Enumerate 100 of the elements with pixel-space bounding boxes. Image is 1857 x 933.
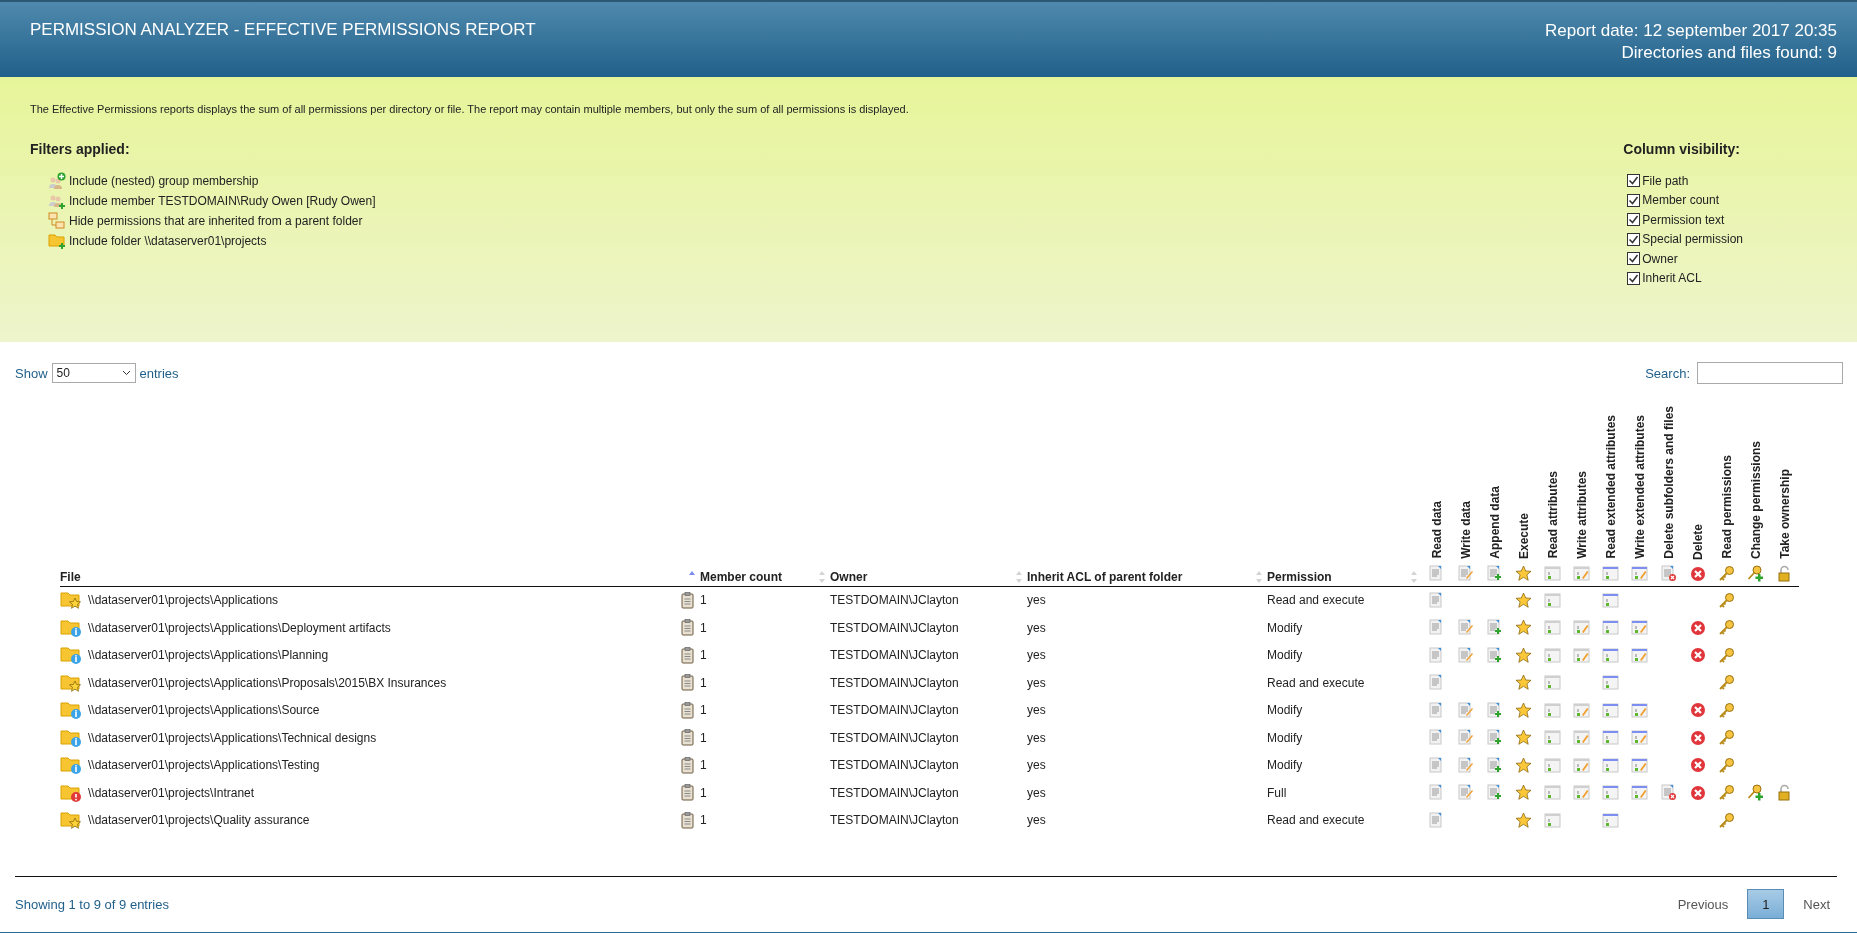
member-count: 1 xyxy=(700,675,707,690)
column-header[interactable]: Delete xyxy=(1690,523,1705,560)
file-path: \\dataserver01\projects\Applications\Source xyxy=(88,703,321,718)
clipboard-icon[interactable] xyxy=(681,756,694,774)
column-header[interactable]: Write extended attributes xyxy=(1632,414,1647,559)
checkbox[interactable] xyxy=(1627,271,1641,285)
file-path: \\dataserver01\projects\Applications\Deployment artifacts xyxy=(88,620,392,635)
delete-icon xyxy=(1689,619,1706,636)
permission-text: Modify xyxy=(1267,620,1303,635)
checkbox[interactable] xyxy=(1627,252,1641,266)
window-pencil-icon xyxy=(1573,756,1590,774)
owner-text: TESTDOMAIN\JClayton xyxy=(830,675,959,690)
clipboard-icon[interactable] xyxy=(681,701,694,719)
column-header[interactable]: Take ownership xyxy=(1777,468,1792,559)
permission-text: Modify xyxy=(1267,730,1303,745)
column-header[interactable]: Member count xyxy=(700,569,782,584)
document-icon xyxy=(1428,564,1445,582)
star-icon xyxy=(1515,674,1532,692)
column-header[interactable]: Change permissions xyxy=(1748,440,1763,559)
window-icon xyxy=(1544,674,1561,692)
column-header[interactable]: Append data xyxy=(1487,486,1502,559)
column-header[interactable]: Inherit ACL of parent folder xyxy=(1027,569,1183,584)
member-count: 1 xyxy=(700,593,707,608)
column-header[interactable]: Read attributes xyxy=(1545,471,1560,559)
file-path: \\dataserver01\projects\Applications\Proposals\2015\BX Insurances xyxy=(88,675,448,690)
document-pencil-icon xyxy=(1457,701,1474,719)
inherit-text: yes xyxy=(1027,758,1046,773)
pagination-button[interactable]: Previous xyxy=(1670,890,1736,918)
clipboard-icon[interactable] xyxy=(681,784,694,802)
window-pencil-icon xyxy=(1573,564,1590,582)
permission-text: Read and execute xyxy=(1267,593,1365,608)
clipboard-icon[interactable] xyxy=(681,674,694,692)
delete-icon xyxy=(1689,647,1706,664)
column-header[interactable]: Read permissions xyxy=(1719,455,1734,559)
folder-info-icon xyxy=(60,617,82,638)
inherit-text: yes xyxy=(1027,593,1046,608)
column-header[interactable]: Owner xyxy=(830,569,868,584)
file-path: \\dataserver01\projects\Quality assurance xyxy=(88,813,311,828)
padlock-open-icon xyxy=(1776,564,1793,582)
checkbox-label: Owner xyxy=(1642,251,1678,266)
checkbox[interactable] xyxy=(1627,193,1641,207)
file-path: \\dataserver01\projects\Applications\Testing xyxy=(88,758,321,773)
window-pencil-icon xyxy=(1573,701,1590,719)
entries-select[interactable]: 50 xyxy=(51,363,136,383)
clipboard-icon[interactable] xyxy=(681,646,694,664)
pagination-button[interactable]: Next xyxy=(1796,890,1837,918)
document-plus-icon xyxy=(1486,729,1503,747)
window-icon xyxy=(1544,619,1561,637)
window-icon xyxy=(1602,701,1619,719)
member-count: 1 xyxy=(700,620,707,635)
key-icon xyxy=(1718,811,1735,829)
delete-icon xyxy=(1689,565,1706,582)
star-icon xyxy=(1515,646,1532,664)
report-description: The Effective Permissions reports displays the sum of all permissions per directory or file. The report may contain multiple members, but only the sum of all permissions is displayed. xyxy=(30,103,910,115)
star-icon xyxy=(1515,701,1532,719)
file-path: \\dataserver01\projects\Applications xyxy=(88,593,280,608)
clipboard-icon[interactable] xyxy=(681,811,694,829)
permission-text: Modify xyxy=(1267,703,1303,718)
permission-text: Read and execute xyxy=(1267,813,1365,828)
document-icon xyxy=(1428,619,1445,637)
column-header[interactable]: Read extended attributes xyxy=(1603,415,1618,559)
filter-text: Include member TESTDOMAIN\Rudy Owen [Rudy Owen] xyxy=(69,194,376,208)
clipboard-icon[interactable] xyxy=(681,591,694,609)
key-icon xyxy=(1718,646,1735,664)
search-field[interactable] xyxy=(1697,362,1843,384)
column-header[interactable]: Write attributes xyxy=(1574,470,1589,559)
inherit-text: yes xyxy=(1027,813,1046,828)
column-visibility-heading: Column visibility: xyxy=(1623,141,1741,157)
document-pencil-icon xyxy=(1457,784,1474,802)
document-delete-icon xyxy=(1660,564,1677,582)
checkbox-label: Special permission xyxy=(1642,232,1743,247)
document-icon xyxy=(1428,646,1445,664)
window-icon xyxy=(1544,784,1561,802)
inherit-text: yes xyxy=(1027,675,1046,690)
window-icon xyxy=(1602,619,1619,637)
key-icon xyxy=(1718,591,1735,609)
column-header[interactable]: Execute xyxy=(1516,512,1531,559)
column-header[interactable]: Delete subfolders and files xyxy=(1661,406,1676,559)
column-header[interactable]: Permission xyxy=(1267,569,1332,584)
inherit-text: yes xyxy=(1027,785,1046,800)
pagination-button[interactable]: 1 xyxy=(1747,889,1785,920)
document-plus-icon xyxy=(1486,564,1503,582)
key-icon xyxy=(1718,729,1735,747)
folder-star-icon xyxy=(60,672,82,693)
entries-info: Showing 1 to 9 of 9 entries xyxy=(15,896,169,912)
clipboard-icon[interactable] xyxy=(681,729,694,747)
inherit-text: yes xyxy=(1027,703,1046,718)
file-path: \\dataserver01\projects\Intranet xyxy=(88,785,256,800)
checkbox[interactable] xyxy=(1627,213,1641,227)
checkbox[interactable] xyxy=(1627,174,1641,188)
document-plus-icon xyxy=(1486,619,1503,637)
owner-text: TESTDOMAIN\JClayton xyxy=(830,758,959,773)
column-header[interactable]: File xyxy=(60,569,81,584)
member-count: 1 xyxy=(700,758,707,773)
column-header[interactable]: Write data xyxy=(1458,500,1473,559)
star-icon xyxy=(1515,591,1532,609)
member-count: 1 xyxy=(700,703,707,718)
checkbox[interactable] xyxy=(1627,232,1641,246)
clipboard-icon[interactable] xyxy=(681,619,694,637)
column-header[interactable]: Read data xyxy=(1429,501,1444,559)
